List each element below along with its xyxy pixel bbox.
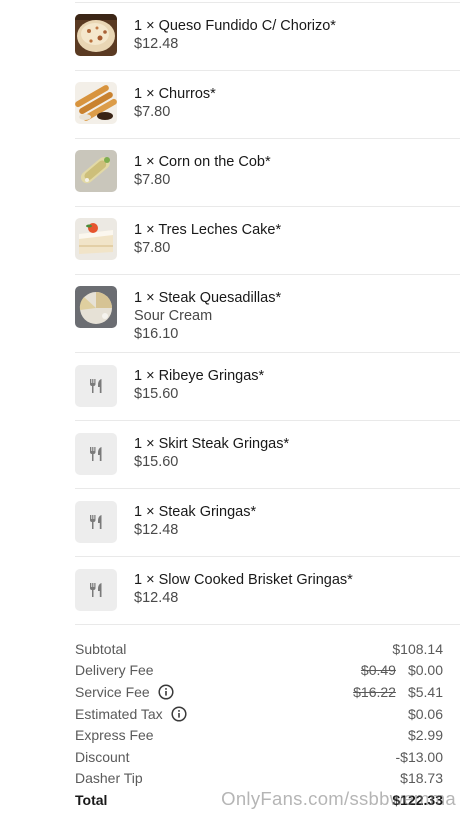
discount-row: Discount -$13.00 <box>75 746 443 768</box>
item-price: $12.48 <box>134 36 179 52</box>
utensils-icon <box>75 433 117 475</box>
delivery-fee-label: Delivery Fee <box>75 662 154 679</box>
item-name: 1 × Slow Cooked Brisket Gringas* <box>134 572 353 588</box>
utensils-icon <box>75 501 117 543</box>
express-fee-value: $2.99 <box>407 727 443 744</box>
order-item[interactable]: 1 × Ribeye Gringas* $15.60 <box>75 353 460 421</box>
utensils-icon <box>75 365 117 407</box>
tres-leches-photo <box>75 218 117 260</box>
item-name: 1 × Steak Quesadillas* <box>134 290 282 306</box>
order-item[interactable]: 1 × Slow Cooked Brisket Gringas* $12.48 <box>75 557 460 625</box>
queso-fundido-photo <box>75 14 117 56</box>
corn-photo <box>75 150 117 192</box>
utensils-icon <box>75 569 117 611</box>
subtotal-label: Subtotal <box>75 640 127 657</box>
item-price: $15.60 <box>134 454 179 470</box>
item-price: $16.10 <box>134 326 179 342</box>
item-name: 1 × Skirt Steak Gringas* <box>134 436 290 452</box>
estimated-tax-label: Estimated Tax <box>75 705 163 722</box>
express-fee-label: Express Fee <box>75 727 154 744</box>
delivery-fee-row: Delivery Fee $0.49 $0.00 <box>75 660 443 682</box>
order-item[interactable]: 1 × Churros* $7.80 <box>75 71 460 139</box>
discount-value: -$13.00 <box>395 748 443 765</box>
subtotal-value: $108.14 <box>392 640 443 657</box>
item-price: $12.48 <box>134 522 179 538</box>
watermark: OnlyFans.com/ssbbwemma <box>221 788 456 809</box>
order-item[interactable]: 1 × Tres Leches Cake* $7.80 <box>75 207 460 275</box>
item-option: Sour Cream <box>134 308 213 324</box>
order-item[interactable]: 1 × Corn on the Cob* $7.80 <box>75 139 460 207</box>
item-name: 1 × Ribeye Gringas* <box>134 368 265 384</box>
express-fee-row: Express Fee $2.99 <box>75 724 443 746</box>
item-price: $15.60 <box>134 386 179 402</box>
item-price: $12.48 <box>134 590 179 606</box>
subtotal-row: Subtotal $108.14 <box>75 638 443 660</box>
item-price: $7.80 <box>134 240 171 256</box>
order-items-list: 1 × Queso Fundido C/ Chorizo* $12.48 1 ×… <box>0 3 460 625</box>
dasher-tip-row: Dasher Tip $18.73 <box>75 768 443 790</box>
item-name: 1 × Corn on the Cob* <box>134 154 271 170</box>
order-item[interactable]: 1 × Steak Gringas* $12.48 <box>75 489 460 557</box>
churros-photo <box>75 82 117 124</box>
order-item[interactable]: 1 × Skirt Steak Gringas* $15.60 <box>75 421 460 489</box>
delivery-fee-original: $0.49 <box>360 662 396 679</box>
item-price: $7.80 <box>134 104 171 120</box>
quesadilla-photo <box>75 286 117 328</box>
estimated-tax-row: Estimated Tax $0.06 <box>75 703 443 725</box>
estimated-tax-value: $0.06 <box>407 705 443 722</box>
item-price: $7.80 <box>134 172 171 188</box>
delivery-fee-value: $0.00 <box>407 662 443 679</box>
order-item[interactable]: 1 × Steak Quesadillas* Sour Cream $16.10 <box>75 275 460 353</box>
info-icon[interactable] <box>158 684 174 700</box>
total-label: Total <box>75 791 108 808</box>
item-name: 1 × Tres Leches Cake* <box>134 222 282 238</box>
item-name: 1 × Churros* <box>134 86 216 102</box>
info-icon[interactable] <box>171 706 187 722</box>
service-fee-value: $5.41 <box>407 683 443 700</box>
dasher-tip-label: Dasher Tip <box>75 770 143 787</box>
item-name: 1 × Steak Gringas* <box>134 504 257 520</box>
order-summary: Subtotal $108.14 Delivery Fee $0.49 $0.0… <box>75 638 443 811</box>
discount-label: Discount <box>75 748 130 765</box>
item-name: 1 × Queso Fundido C/ Chorizo* <box>134 18 336 34</box>
order-item[interactable]: 1 × Queso Fundido C/ Chorizo* $12.48 <box>75 3 460 71</box>
service-fee-label: Service Fee <box>75 683 150 700</box>
service-fee-original: $16.22 <box>353 683 396 700</box>
dasher-tip-value: $18.73 <box>400 770 443 787</box>
service-fee-row: Service Fee $16.22 $5.41 <box>75 681 443 703</box>
